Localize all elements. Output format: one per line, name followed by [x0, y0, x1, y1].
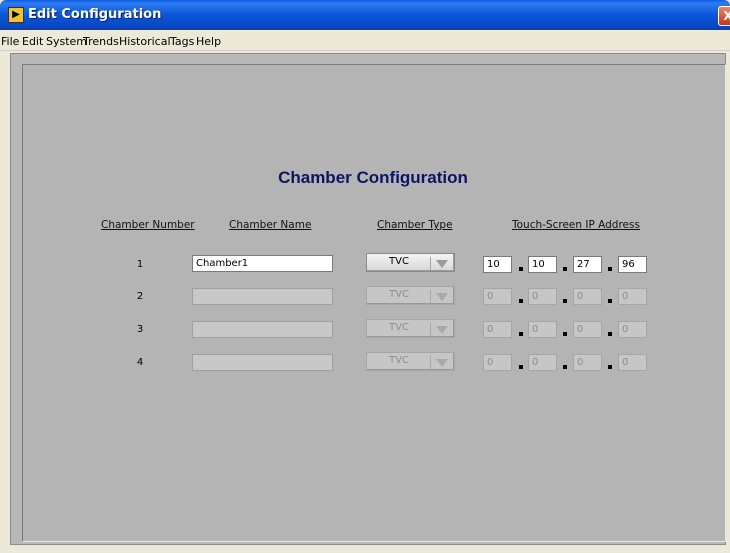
- menu-historical[interactable]: Historical: [119, 35, 171, 48]
- menu-system[interactable]: System: [46, 35, 87, 48]
- ip-octet-1-1[interactable]: 10: [483, 256, 512, 273]
- ip-dot: [608, 365, 612, 369]
- ip-octet-3-4[interactable]: 0: [618, 321, 647, 338]
- page-title: Chamber Configuration: [278, 168, 468, 187]
- chamber-type-value-2: TVC: [389, 289, 409, 300]
- dropdown-arrow-icon: [436, 326, 448, 334]
- ip-dot: [563, 267, 567, 271]
- ip-octet-2-2[interactable]: 0: [528, 288, 557, 305]
- close-button[interactable]: X: [718, 6, 730, 26]
- ip-dot: [519, 299, 523, 303]
- chamber-number-3: 3: [136, 324, 144, 335]
- chamber-type-value-4: TVC: [389, 355, 409, 366]
- column-header-chamber-type: Chamber Type: [377, 219, 453, 231]
- chamber-number-2: 2: [136, 291, 144, 302]
- ip-octet-3-3[interactable]: 0: [573, 321, 602, 338]
- menu-help[interactable]: Help: [196, 35, 221, 48]
- ip-octet-4-3[interactable]: 0: [573, 354, 602, 371]
- ip-octet-2-3[interactable]: 0: [573, 288, 602, 305]
- ip-dot: [519, 267, 523, 271]
- menu-trends[interactable]: Trends: [83, 35, 119, 48]
- chamber-type-select-4[interactable]: TVC: [366, 352, 455, 371]
- ip-octet-4-2[interactable]: 0: [528, 354, 557, 371]
- chamber-type-select-1[interactable]: TVC: [366, 253, 455, 272]
- ip-octet-3-1[interactable]: 0: [483, 321, 512, 338]
- menu-bar: File Edit System Trends Historical Tags …: [0, 31, 730, 51]
- dropdown-arrow-icon: [436, 293, 448, 301]
- ip-dot: [519, 332, 523, 336]
- ip-octet-3-2[interactable]: 0: [528, 321, 557, 338]
- divider: [430, 290, 431, 303]
- divider: [430, 323, 431, 336]
- chamber-type-select-2[interactable]: TVC: [366, 286, 455, 305]
- chamber-type-select-3[interactable]: TVC: [366, 319, 455, 338]
- ip-dot: [608, 299, 612, 303]
- ip-octet-4-4[interactable]: 0: [618, 354, 647, 371]
- dropdown-arrow-icon: [436, 359, 448, 367]
- ip-dot: [608, 332, 612, 336]
- menu-file[interactable]: File: [1, 35, 19, 48]
- ip-octet-2-4[interactable]: 0: [618, 288, 647, 305]
- ip-dot: [563, 332, 567, 336]
- divider: [430, 356, 431, 369]
- ip-dot: [563, 365, 567, 369]
- ip-octet-2-1[interactable]: 0: [483, 288, 512, 305]
- title-bar: ▶ Edit Configuration X: [0, 0, 730, 30]
- ip-dot: [563, 299, 567, 303]
- chamber-type-value-3: TVC: [389, 322, 409, 333]
- menu-edit[interactable]: Edit: [22, 35, 43, 48]
- ip-octet-1-4[interactable]: 96: [618, 256, 647, 273]
- chamber-name-input-2[interactable]: [192, 288, 333, 305]
- menu-tags[interactable]: Tags: [170, 35, 194, 48]
- chamber-number-4: 4: [136, 357, 144, 368]
- chamber-name-input-4[interactable]: [192, 354, 333, 371]
- column-header-ip-address: Touch-Screen IP Address: [512, 219, 640, 231]
- chamber-type-value-1: TVC: [389, 256, 409, 267]
- divider: [430, 257, 431, 270]
- ip-octet-1-2[interactable]: 10: [528, 256, 557, 273]
- column-header-chamber-name: Chamber Name: [229, 219, 312, 231]
- chamber-name-input-3[interactable]: [192, 321, 333, 338]
- app-icon: ▶: [8, 7, 24, 23]
- ip-octet-1-3[interactable]: 27: [573, 256, 602, 273]
- column-header-chamber-number: Chamber Number: [101, 219, 195, 231]
- dropdown-arrow-icon: [436, 260, 448, 268]
- chamber-name-input-1[interactable]: [192, 255, 333, 272]
- ip-dot: [519, 365, 523, 369]
- window-title: Edit Configuration: [28, 7, 162, 22]
- ip-dot: [608, 267, 612, 271]
- chamber-number-1: 1: [136, 259, 144, 270]
- ip-octet-4-1[interactable]: 0: [483, 354, 512, 371]
